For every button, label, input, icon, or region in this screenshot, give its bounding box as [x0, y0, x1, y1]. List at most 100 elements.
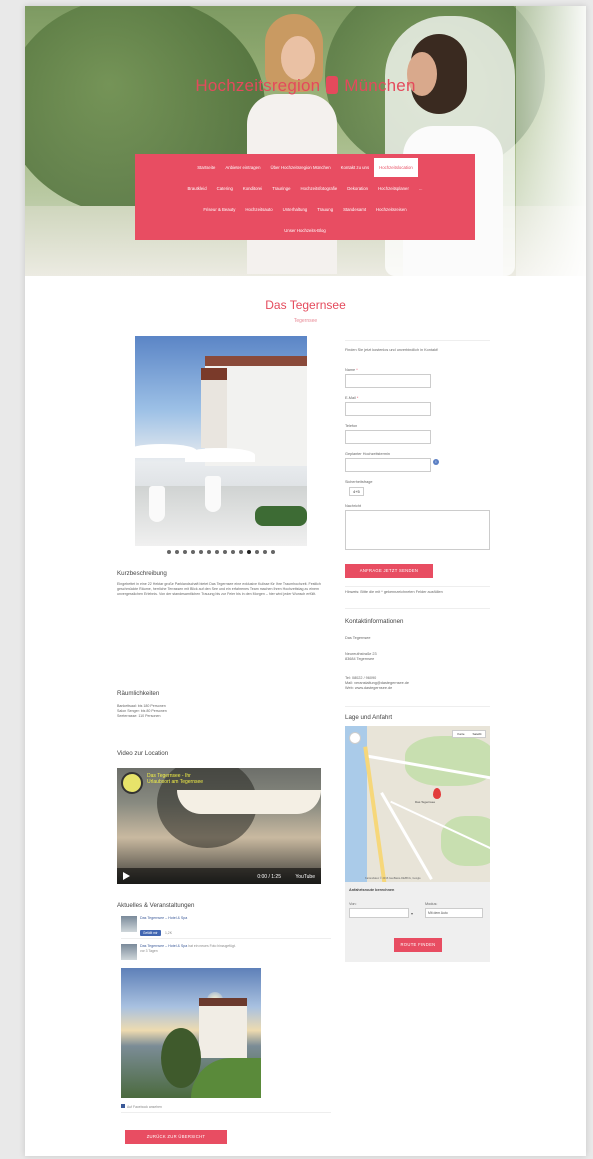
- main-navigation: Startseite Anbieter eintragen Über Hochzei…: [135, 154, 475, 240]
- gallery-dot[interactable]: [263, 550, 267, 554]
- map-pin-icon[interactable]: [433, 788, 441, 799]
- nav-item[interactable]: Konditorei: [238, 179, 267, 198]
- facebook-footer-text: Auf Facebook ansehen: [127, 1105, 162, 1109]
- nav-item[interactable]: Friseur & Beauty: [198, 200, 240, 219]
- gallery-dot[interactable]: [223, 550, 227, 554]
- site-title[interactable]: Hochzeitsregion München: [25, 76, 586, 96]
- divider: [345, 586, 490, 587]
- nav-item[interactable]: Trauringe: [267, 179, 295, 198]
- contact-address: Neureuthstraße 23 83684 Tegernsee: [345, 652, 490, 662]
- name-input[interactable]: [345, 374, 431, 388]
- nav-item[interactable]: Brautkleid: [183, 179, 212, 198]
- contact-heading: Kontaktinformationen: [345, 618, 404, 625]
- play-icon[interactable]: [123, 872, 130, 880]
- gallery-dot[interactable]: [255, 550, 259, 554]
- gallery-dot[interactable]: [239, 550, 243, 554]
- required-note: Hinweis: Bitte die mit * gekennzeichnete…: [345, 590, 443, 594]
- back-to-overview-button[interactable]: ZURÜCK ZUR ÜBERSICHT: [125, 1130, 227, 1144]
- send-request-button[interactable]: ANFRAGE JETZT SENDEN: [345, 564, 433, 578]
- captcha-input[interactable]: 4+5: [349, 487, 364, 496]
- gallery-pagination: [135, 550, 307, 554]
- calendar-icon[interactable]: i: [433, 459, 439, 465]
- gallery-dot[interactable]: [175, 550, 179, 554]
- divider: [345, 608, 490, 609]
- nav-item[interactable]: Kontakt zu uns: [336, 158, 374, 177]
- message-textarea[interactable]: [345, 510, 490, 550]
- facebook-page-name[interactable]: Das Tegernsee – Hotel & Spa: [140, 916, 187, 921]
- contact-web[interactable]: Web: www.dastegernsee.de: [345, 686, 490, 691]
- route-from-input[interactable]: [349, 908, 409, 918]
- email-label-text: E-Mail: [345, 396, 356, 400]
- nav-item[interactable]: Über Hochzeitsregion München: [265, 158, 335, 177]
- facebook-like-count: 1,2K: [164, 931, 172, 935]
- map-type-map[interactable]: Karte: [453, 731, 469, 737]
- route-mode-label: Modus:: [425, 902, 438, 906]
- facebook-like-button[interactable]: Gefällt mir: [140, 930, 161, 936]
- map-heading: Lage und Anfahrt: [345, 714, 393, 721]
- facebook-post-avatar[interactable]: [121, 944, 137, 960]
- captcha-label: Sicherheitsfrage: [345, 480, 373, 484]
- gallery-dot[interactable]: [215, 550, 219, 554]
- nav-item[interactable]: Hochzeitslocation: [374, 158, 418, 177]
- nav-item[interactable]: Standesamt: [338, 200, 371, 219]
- logo-icon: [326, 76, 339, 94]
- gallery-dot[interactable]: [199, 550, 203, 554]
- page-title: Das Tegernsee: [265, 298, 346, 312]
- facebook-post-photo[interactable]: [121, 968, 261, 1098]
- rooms-heading: Räumlichkeiten: [117, 690, 160, 697]
- required-marker: *: [356, 396, 359, 400]
- facebook-post-text: hat ein neues Foto hinzugefügt.: [188, 944, 236, 948]
- gallery-dot[interactable]: [167, 550, 171, 554]
- nav-item[interactable]: Trauung: [312, 200, 338, 219]
- nav-item[interactable]: Dekoration: [342, 179, 373, 198]
- gallery-dot[interactable]: [207, 550, 211, 554]
- nav-item[interactable]: Catering: [212, 179, 238, 198]
- youtube-logo[interactable]: YouTube: [295, 874, 315, 880]
- facebook-post-time[interactable]: vor 3 Tagen: [140, 949, 236, 953]
- gallery-dot[interactable]: [191, 550, 195, 554]
- nav-item[interactable]: Startseite: [192, 158, 220, 177]
- location-gallery-image[interactable]: [135, 336, 307, 546]
- email-input[interactable]: [345, 402, 431, 416]
- rooms-item: Seeterrasse: 110 Personen: [117, 714, 161, 719]
- route-heading: Anfahrtsroute berechnen: [349, 888, 395, 892]
- map-place-label: Das Tegernsee: [415, 800, 436, 804]
- nav-row: Unser Hochzeits-Blog: [138, 221, 472, 240]
- find-route-button[interactable]: ROUTE FINDEN: [394, 938, 442, 952]
- gallery-dot[interactable]: [271, 550, 275, 554]
- gallery-dot[interactable]: [183, 550, 187, 554]
- gallery-dot[interactable]: [247, 550, 251, 554]
- phone-label: Telefon: [345, 424, 358, 428]
- route-mode-select[interactable]: Mit dem Auto: [425, 908, 483, 918]
- date-label: Geplanter Hochzeitstermin: [345, 452, 390, 456]
- nav-item[interactable]: Hochzeitsauto: [240, 200, 277, 219]
- video-player[interactable]: Das Tegernsee - Ihr Urlaubsort am Tegern…: [117, 768, 321, 884]
- route-planner: Anfahrtsroute berechnen Von: ▾ Modus: Mi…: [345, 882, 490, 962]
- facebook-post-author[interactable]: Das Tegernsee – Hotel & Spa: [140, 944, 187, 948]
- facebook-footer-link[interactable]: Auf Facebook ansehen: [121, 1104, 162, 1109]
- nav-item[interactable]: Hochzeitsfotografie: [295, 179, 342, 198]
- nav-item[interactable]: ...: [414, 179, 428, 198]
- route-arrow-icon: ▾: [411, 911, 414, 916]
- route-from-label: Von:: [349, 902, 357, 906]
- short-description-text: Eingebettet in eine 22 Hektar große Park…: [117, 582, 321, 597]
- map-zoom-control[interactable]: [349, 732, 361, 744]
- phone-input[interactable]: [345, 430, 431, 444]
- facebook-page-header: Das Tegernsee – Hotel & Spa Gefällt mir …: [121, 916, 187, 939]
- contact-city: 83684 Tegernsee: [345, 657, 375, 662]
- nav-item[interactable]: Unterhaltung: [278, 200, 313, 219]
- map-type-control[interactable]: Karte Satellit: [452, 730, 486, 738]
- location-map[interactable]: Karte Satellit Das Tegernsee Kartendaten…: [345, 726, 490, 882]
- page-subtitle: Tegernsee: [293, 318, 318, 324]
- facebook-page-thumbnail[interactable]: [121, 916, 137, 932]
- nav-item[interactable]: Unser Hochzeits-Blog: [279, 221, 331, 240]
- nav-item[interactable]: Hochzeitsplaner: [373, 179, 414, 198]
- video-heading: Video zur Location: [117, 750, 169, 757]
- gallery-dot[interactable]: [231, 550, 235, 554]
- map-copyright[interactable]: Kartendaten © 2016 GeoBasis-DE/BKG, Goog…: [365, 877, 421, 880]
- facebook-post-header: Das Tegernsee – Hotel & Spa hat ein neue…: [121, 944, 236, 960]
- map-type-satellite[interactable]: Satellit: [469, 731, 485, 737]
- date-input[interactable]: [345, 458, 431, 472]
- nav-item[interactable]: Anbieter eintragen: [220, 158, 265, 177]
- nav-item[interactable]: Hochzeitsreisen: [371, 200, 412, 219]
